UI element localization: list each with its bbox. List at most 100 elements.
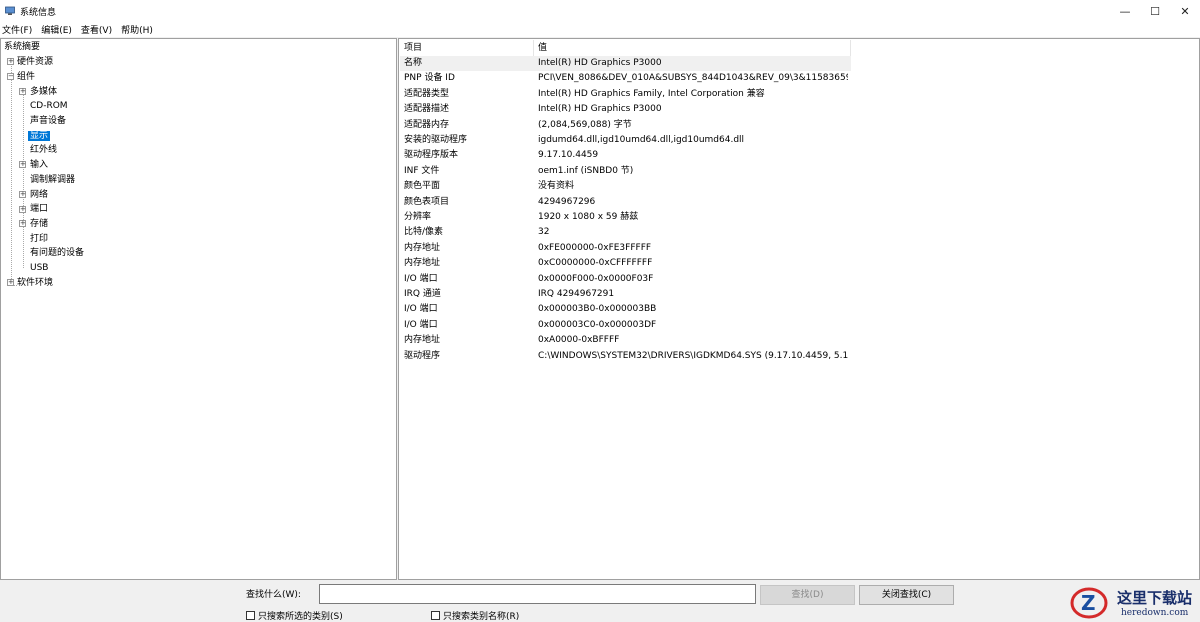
expand-icon[interactable]: + xyxy=(7,58,14,65)
watermark-title: 这里下载站 xyxy=(1117,589,1193,607)
row-item: 分辨率 xyxy=(404,212,432,222)
tree-item-display[interactable]: 显示 xyxy=(28,129,51,143)
tree-item-input[interactable]: 输入 xyxy=(30,158,48,172)
table-row[interactable]: 内存地址 0xA0000-0xBFFFF xyxy=(400,333,851,348)
row-item: PNP 设备 ID xyxy=(404,73,455,84)
expand-icon[interactable]: + xyxy=(19,220,26,227)
table-row[interactable]: I/O 端口 0x0000F000-0x0000F03F xyxy=(400,272,851,287)
expand-icon[interactable]: + xyxy=(19,88,26,95)
table-row[interactable]: PNP 设备 ID PCI\VEN_8086&DEV_010A&SUBSYS_84… xyxy=(400,71,851,86)
row-item: 适配器描述 xyxy=(404,104,450,115)
row-item: I/O 端口 xyxy=(404,319,438,330)
tree-item-hardware[interactable]: 硬件资源 xyxy=(17,55,53,69)
row-item: I/O 端口 xyxy=(404,304,438,315)
tree-item-modem[interactable]: 调制解调器 xyxy=(30,173,75,187)
table-row[interactable]: 适配器描述 Intel(R) HD Graphics P3000 xyxy=(400,102,851,117)
table-row[interactable]: 适配器类型 Intel(R) HD Graphics Family, Intel … xyxy=(400,87,851,102)
watermark-subtitle: heredown.com xyxy=(1121,608,1189,618)
row-item: 适配器内存 xyxy=(404,119,450,130)
table-row[interactable]: 分辨率 1920 x 1080 x 59 赫兹 xyxy=(400,210,851,225)
details-list[interactable]: 项目 值 名称 Intel(R) HD Graphics P3000 PNP 设备 … xyxy=(398,38,1200,580)
expand-icon[interactable]: + xyxy=(19,206,26,213)
maximize-button[interactable]: ☐ xyxy=(1140,0,1170,22)
row-item: 驱动程序版本 xyxy=(404,150,459,161)
tree-item-multimedia[interactable]: 多媒体 xyxy=(30,85,57,99)
table-row[interactable]: 内存地址 0xC0000000-0xCFFFFFFF xyxy=(400,256,851,271)
find-input[interactable] xyxy=(319,584,756,604)
window-title: 系统信息 xyxy=(20,7,57,18)
find-button[interactable]: 查找(D) xyxy=(760,585,855,605)
tree-item-usb[interactable]: USB xyxy=(30,261,48,275)
svg-text:Z: Z xyxy=(1081,591,1096,615)
menu-help[interactable]: 帮助(H) xyxy=(121,23,153,36)
tree-line xyxy=(11,61,12,283)
find-label: 查找什么(W): xyxy=(246,590,301,600)
expand-icon[interactable]: + xyxy=(19,161,26,168)
row-value: 0x000003C0-0x000003DF xyxy=(538,319,657,330)
row-value: Intel(R) HD Graphics P3000 xyxy=(538,58,662,68)
row-item: 安装的驱动程序 xyxy=(404,135,468,145)
tree-item-storage[interactable]: 存储 xyxy=(30,217,48,231)
table-row[interactable]: 适配器内存 (2,084,569,088) 字节 xyxy=(400,118,851,133)
menu-file[interactable]: 文件(F) xyxy=(2,23,32,36)
table-row[interactable]: 内存地址 0xFE000000-0xFE3FFFFF xyxy=(400,241,851,256)
table-row[interactable]: 名称 Intel(R) HD Graphics P3000 xyxy=(400,56,851,71)
table-row[interactable]: 颜色平面 没有资料 xyxy=(400,179,851,194)
row-value: 没有资料 xyxy=(538,181,575,192)
table-row[interactable]: 安装的驱动程序 igdumd64.dll,igd10umd64.dll,igd10… xyxy=(400,133,851,148)
tree-item-ports[interactable]: 端口 xyxy=(30,202,48,216)
column-header-value[interactable]: 值 xyxy=(534,40,851,56)
row-value: 0x0000F000-0x0000F03F xyxy=(538,273,654,284)
column-header-item[interactable]: 项目 xyxy=(400,40,534,56)
row-item: 驱动程序 xyxy=(404,350,441,361)
find-bar: 查找什么(W): 查找(D) 关闭查找(C) 只搜索所选的类别(S) 只搜索类别… xyxy=(0,580,1200,622)
tree-line xyxy=(23,90,24,268)
tree-item-cdrom[interactable]: CD-ROM xyxy=(30,99,68,113)
row-item: 名称 xyxy=(404,58,423,68)
search-names-checkbox[interactable] xyxy=(431,611,440,620)
tree-item-system-summary[interactable]: 系统摘要 xyxy=(4,40,40,54)
row-item: 适配器类型 xyxy=(404,88,450,99)
tree-item-problem-devices[interactable]: 有问题的设备 xyxy=(30,246,84,260)
tree-item-components[interactable]: 组件 xyxy=(17,70,35,84)
row-value: PCI\VEN_8086&DEV_010A&SUBSYS_844D1043&RE… xyxy=(538,73,848,84)
tree-item-network[interactable]: 网络 xyxy=(30,188,48,202)
table-row[interactable]: 驱动程序 C:\WINDOWS\SYSTEM32\DRIVERS\IGDKMD64… xyxy=(400,349,851,364)
row-value: C:\WINDOWS\SYSTEM32\DRIVERS\IGDKMD64.SYS… xyxy=(538,350,848,361)
table-row[interactable]: 比特/像素 32 xyxy=(400,225,851,240)
row-value: igdumd64.dll,igd10umd64.dll,igd10umd64.d… xyxy=(538,135,745,145)
system-info-icon xyxy=(5,6,15,15)
category-tree[interactable]: 系统摘要 + 硬件资源 − 组件 + 多媒体 CD-ROM 声音设备 显示 红外… xyxy=(0,38,397,580)
search-selected-checkbox-row[interactable]: 只搜索所选的类别(S) xyxy=(246,609,343,622)
table-row[interactable]: INF 文件 oem1.inf (iSNBD0 节) xyxy=(400,164,851,179)
expand-icon[interactable]: + xyxy=(7,279,14,286)
row-item: 颜色平面 xyxy=(404,181,441,192)
row-item: 颜色表项目 xyxy=(404,196,450,207)
close-button[interactable]: ✕ xyxy=(1170,0,1200,22)
tree-item-sound[interactable]: 声音设备 xyxy=(30,114,66,128)
collapse-icon[interactable]: − xyxy=(7,73,14,80)
tree-item-software[interactable]: 软件环境 xyxy=(17,276,53,290)
menu-edit[interactable]: 编辑(E) xyxy=(41,23,72,36)
close-find-button[interactable]: 关闭查找(C) xyxy=(859,585,954,605)
expand-icon[interactable]: + xyxy=(19,191,26,198)
row-value: 0xC0000000-0xCFFFFFFF xyxy=(538,258,653,269)
window-controls: — ☐ ✕ xyxy=(1110,0,1200,22)
table-row[interactable]: 驱动程序版本 9.17.10.4459 xyxy=(400,148,851,163)
tree-item-printing[interactable]: 打印 xyxy=(30,232,48,246)
tree-item-infrared[interactable]: 红外线 xyxy=(30,143,57,157)
row-item: I/O 端口 xyxy=(404,273,438,284)
menu-view[interactable]: 查看(V) xyxy=(81,23,112,36)
table-row[interactable]: 颜色表项目 4294967296 xyxy=(400,195,851,210)
search-names-checkbox-row[interactable]: 只搜索类别名称(R) xyxy=(431,609,519,622)
row-value: (2,084,569,088) 字节 xyxy=(538,119,632,130)
row-item: 内存地址 xyxy=(404,242,441,253)
row-value: 0xFE000000-0xFE3FFFFF xyxy=(538,242,652,253)
table-row[interactable]: I/O 端口 0x000003C0-0x000003DF xyxy=(400,318,851,333)
minimize-button[interactable]: — xyxy=(1110,0,1140,22)
row-item: IRQ 通道 xyxy=(404,289,441,299)
table-row[interactable]: IRQ 通道 IRQ 4294967291 xyxy=(400,287,851,302)
table-row[interactable]: I/O 端口 0x000003B0-0x000003BB xyxy=(400,302,851,317)
menu-bar: 文件(F) 编辑(E) 查看(V) 帮助(H) xyxy=(0,22,1200,37)
search-selected-checkbox[interactable] xyxy=(246,611,255,620)
